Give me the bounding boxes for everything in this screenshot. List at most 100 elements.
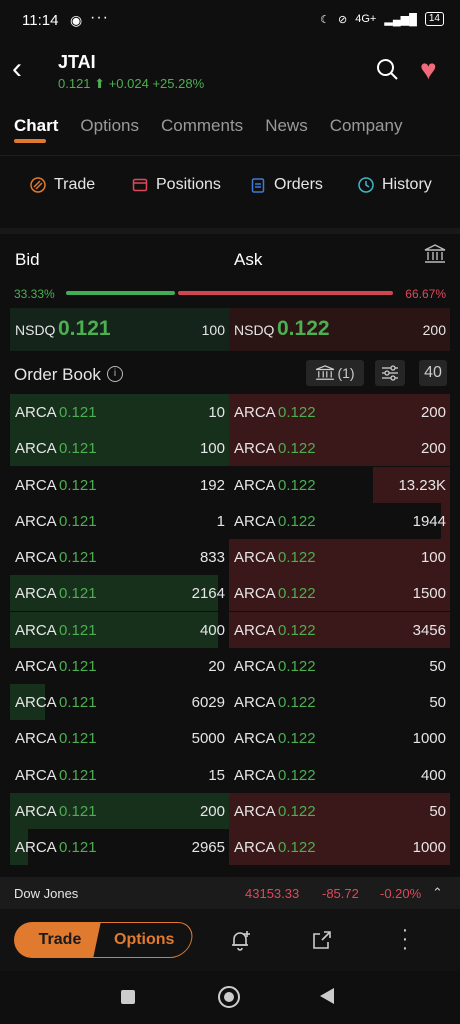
mute-icon: ⊘ [338,13,348,26]
back-arrow-icon[interactable]: ‹ [12,52,22,86]
tab-comments[interactable]: Comments [161,116,243,136]
tab-chart[interactable]: Chart [14,116,58,143]
ask-level[interactable]: ARCA 0.122 50 [229,792,450,829]
level-size: 5000 [191,730,225,748]
exchange-code: ARCA [15,404,57,421]
bid-level[interactable]: ARCA 0.121 100 [10,430,229,467]
ask-level[interactable]: ARCA 0.122 200 [229,394,450,430]
tab-options[interactable]: Options [80,116,139,136]
bid-level[interactable]: ARCA 0.121 2965 [10,829,229,865]
ask-level[interactable]: ARCA 0.122 1000 [229,829,450,865]
bid-percent: 33.33% [14,287,55,301]
trade-action[interactable]: Trade [30,176,95,194]
bid-level[interactable]: ARCA 0.121 833 [10,539,229,575]
price-change-pct: +25.28% [152,76,205,91]
exchange-code: ARCA [15,549,57,566]
best-ask-exchange: NSDQ [234,322,275,338]
home-icon[interactable] [218,986,240,1008]
ask-level[interactable]: ARCA 0.122 200 [229,430,450,467]
level-price: 0.122 [278,766,316,784]
trade-icon [30,177,46,193]
ask-level[interactable]: ARCA 0.122 400 [229,757,450,793]
level-price: 0.122 [278,512,316,530]
divider [0,155,460,156]
bid-level[interactable]: ARCA 0.121 15 [10,757,229,793]
back-triangle-icon[interactable] [318,987,336,1005]
bid-level[interactable]: ARCA 0.121 6029 [10,684,229,720]
status-bar: 11:14 ◉ ··· ☾ ⊘ 4G+ ▂▄▆█ 14 [0,0,460,42]
chevron-up-icon[interactable]: ⌃ [432,885,443,901]
exchange-code: ARCA [15,694,57,711]
share-icon[interactable] [310,928,334,952]
level-price: 0.121 [59,730,97,748]
orders-action[interactable]: Orders [250,176,323,194]
recents-icon[interactable] [121,990,135,1004]
more-vertical-icon[interactable]: · · · [400,920,410,958]
bid-level[interactable]: ARCA 0.121 400 [10,611,229,648]
best-bid-size: 100 [201,322,225,338]
options-button-label: Options [113,931,175,948]
options-button[interactable]: Options [92,922,196,958]
positions-action[interactable]: Positions [132,176,221,194]
level-price: 0.122 [278,694,316,711]
level-size: 833 [199,549,225,566]
index-ticker-strip[interactable]: Dow Jones 43153.33 -85.72 -0.20% ⌃ [0,877,460,909]
tab-news[interactable]: News [265,116,308,136]
history-icon [358,177,374,193]
bid-level[interactable]: ARCA 0.121 20 [10,648,229,684]
status-time: 11:14 [22,12,59,29]
exchange-code: ARCA [15,512,57,530]
ask-percent: 66.67% [405,287,446,301]
status-icons: ☾ ⊘ 4G+ ▂▄▆█ 14 [320,12,444,26]
ask-level[interactable]: ARCA 0.122 1000 [229,720,450,756]
ask-level[interactable]: ARCA 0.122 50 [229,648,450,684]
exchange-code: ARCA [234,839,276,856]
bank-icon[interactable] [424,244,446,264]
heart-icon[interactable]: ♥ [420,56,437,84]
level-size: 10 [208,404,225,421]
info-icon[interactable]: i [107,366,123,382]
bid-level[interactable]: ARCA 0.121 192 [10,467,229,503]
index-change-pct: -0.20% [380,886,422,901]
bid-level[interactable]: ARCA 0.121 1 [10,503,229,539]
level-size: 50 [429,694,446,711]
whatsapp-icon: ◉ [70,12,83,28]
ask-level[interactable]: ARCA 0.122 3456 [229,611,450,648]
settings-sliders-button[interactable] [375,360,405,386]
bid-level[interactable]: ARCA 0.121 5000 [10,720,229,756]
order-book-title: Order Book [14,365,101,384]
trade-action-label: Trade [54,176,96,193]
depth-selector[interactable]: 40 [419,360,447,386]
orders-icon [251,178,265,193]
level-price: 0.122 [278,476,316,494]
venue-filter-button[interactable]: (1) [306,360,364,386]
ask-level[interactable]: ARCA 0.122 13.23K [229,466,450,503]
exchange-code: ARCA [234,476,276,494]
exchange-code: ARCA [15,440,57,458]
bid-level[interactable]: ARCA 0.121 200 [10,792,229,829]
exchange-code: ARCA [234,512,276,530]
table-row: ARCA 0.121 6029 ARCA 0.122 50 [10,684,450,720]
best-ask-price: 0.122 [277,317,330,340]
bid-level[interactable]: ARCA 0.121 10 [10,394,229,430]
battery-icon: 14 [424,12,444,26]
up-arrow-icon: ⬆ [94,76,106,91]
ask-level[interactable]: ARCA 0.122 1500 [229,575,450,612]
exchange-code: ARCA [15,476,57,494]
history-action[interactable]: History [358,176,432,194]
level-size: 200 [420,440,446,458]
bell-plus-icon[interactable] [228,928,252,952]
tab-company[interactable]: Company [330,116,403,136]
level-price: 0.122 [278,657,316,675]
level-price: 0.121 [59,694,97,711]
ask-level[interactable]: ARCA 0.122 100 [229,539,450,575]
more-dots-icon: ··· [90,9,109,26]
level-price: 0.121 [59,476,97,494]
bid-level[interactable]: ARCA 0.121 2164 [10,575,229,612]
level-size: 15 [208,766,225,784]
level-price: 0.121 [59,802,97,820]
level-size: 200 [420,404,446,421]
search-icon[interactable] [376,58,398,80]
ask-level[interactable]: ARCA 0.122 1944 [229,502,450,539]
ask-level[interactable]: ARCA 0.122 50 [229,684,450,720]
